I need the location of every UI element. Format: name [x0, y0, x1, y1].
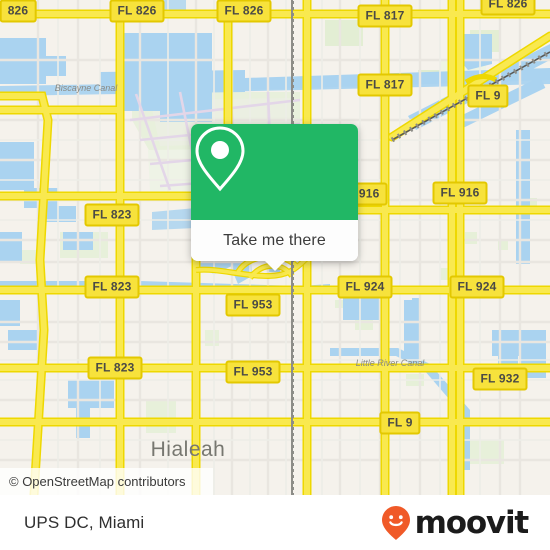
road-shield[interactable]: FL 924 — [337, 275, 393, 299]
location-callout-card[interactable]: Take me there — [191, 124, 358, 271]
moovit-smiley-pin-icon — [381, 505, 410, 540]
take-me-there-label: Take me there — [223, 231, 326, 249]
moovit-brand[interactable]: moovit — [381, 504, 530, 541]
take-me-there-button[interactable]: Take me there — [191, 220, 358, 261]
road-shield[interactable]: FL 823 — [87, 356, 143, 380]
road-shield[interactable]: FL 916 — [432, 181, 488, 205]
road-shield[interactable]: FL 817 — [357, 4, 413, 28]
road-shield[interactable]: FL 826 — [216, 0, 272, 23]
map-pin-icon — [195, 126, 245, 192]
road-shield[interactable]: FL 826 — [109, 0, 165, 23]
callout-pin-area — [191, 124, 358, 220]
road-shield[interactable]: FL 953 — [225, 360, 281, 384]
road-shield[interactable]: FL 9 — [467, 84, 509, 108]
road-shield[interactable]: FL 9 — [379, 411, 421, 435]
place-title: UPS DC, Miami — [24, 512, 145, 532]
road-shield[interactable]: FL 932 — [472, 367, 528, 391]
callout-pointer — [263, 260, 286, 271]
moovit-map-screen: 826 FL 826 FL 826 FL 817 FL 826 FL 817 F… — [0, 0, 550, 550]
road-shield[interactable]: FL 924 — [449, 275, 505, 299]
road-shield[interactable]: 826 — [0, 0, 37, 23]
road-shield[interactable]: FL 823 — [84, 203, 140, 227]
osm-attribution-text: © OpenStreetMap contributors — [9, 474, 186, 489]
road-shield[interactable]: FL 817 — [357, 73, 413, 97]
road-shield[interactable]: FL 953 — [225, 293, 281, 317]
footer-bar: UPS DC, Miami moovit — [0, 495, 550, 550]
map-label-city: Hialeah — [150, 438, 226, 461]
map-label-canal: Biscayne Canal — [54, 83, 118, 93]
callout-inner: Take me there — [191, 124, 358, 261]
map-label-canal: Little River Canal — [355, 358, 425, 368]
osm-attribution[interactable]: © OpenStreetMap contributors — [0, 468, 213, 495]
road-shield[interactable]: FL 826 — [480, 0, 536, 16]
road-shield[interactable]: FL 823 — [84, 275, 140, 299]
moovit-wordmark: moovit — [414, 504, 530, 541]
map-canvas[interactable]: 826 FL 826 FL 826 FL 817 FL 826 FL 817 F… — [0, 0, 550, 495]
